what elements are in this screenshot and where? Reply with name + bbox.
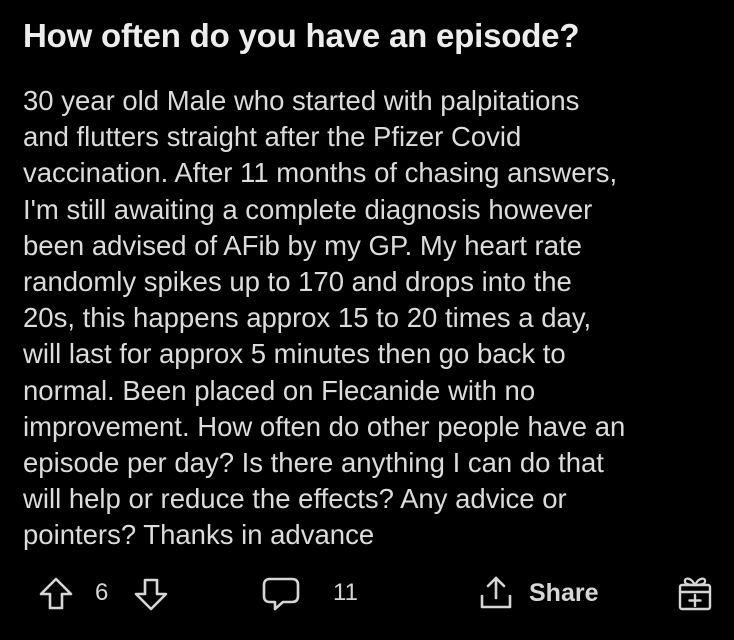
vote-count: 6	[95, 579, 109, 606]
post-body-line: pointers? Thanks in advance	[23, 519, 375, 551]
post-body-line: I'm still awaiting a complete diagnosis …	[23, 193, 593, 225]
downvote-icon[interactable]	[133, 576, 169, 612]
post-body-line: randomly spikes up to 170 and drops into…	[23, 266, 572, 298]
post-body-line: episode per day? Is there anything I can…	[23, 447, 604, 479]
comment-count[interactable]: 11	[333, 568, 358, 618]
post-card: How often do you have an episode? 30 yea…	[0, 0, 734, 640]
post-body-line: normal. Been placed on Flecanide with no	[23, 374, 536, 406]
post-body-line: will help or reduce the effects? Any adv…	[23, 483, 567, 515]
post-action-bar: 6 11 Share	[0, 568, 734, 618]
comment-icon[interactable]	[261, 576, 301, 612]
post-body: 30 year old Male who started with palpit…	[23, 83, 723, 554]
award-gift-icon[interactable]	[675, 573, 715, 613]
share-button[interactable]: Share	[529, 568, 598, 618]
upvote-icon[interactable]	[38, 576, 74, 612]
post-body-line: improvement. How often do other people h…	[23, 410, 626, 442]
post-body-line: will last for approx 5 minutes then go b…	[23, 338, 566, 370]
post-title[interactable]: How often do you have an episode?	[23, 14, 579, 58]
post-body-line: 30 year old Male who started with palpit…	[23, 85, 580, 116]
post-body-line: vaccination. After 11 months of chasing …	[23, 157, 618, 189]
post-body-line: been advised of AFib by my GP. My heart …	[23, 229, 582, 261]
post-body-line: 20s, this happens approx 15 to 20 times …	[23, 302, 592, 334]
post-body-line: and flutters straight after the Pfizer C…	[23, 121, 522, 153]
share-icon[interactable]	[477, 574, 515, 612]
